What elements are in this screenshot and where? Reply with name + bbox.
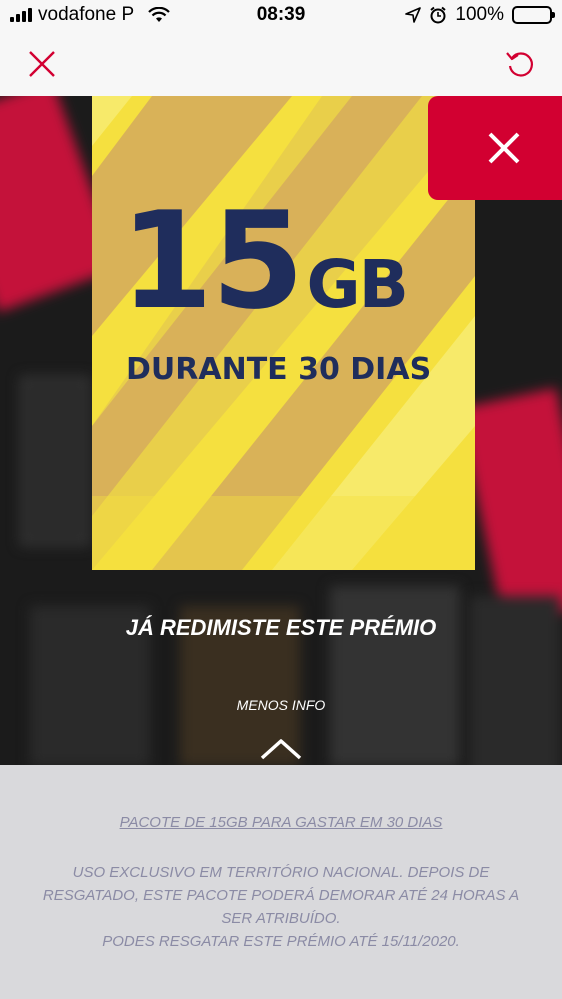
details-panel: PACOTE DE 15GB PARA GASTAR EM 30 DIAS US… <box>0 765 562 999</box>
battery-icon <box>512 6 555 24</box>
details-line: RESGATADO, ESTE PACOTE PODERÁ DEMORAR AT… <box>42 887 520 904</box>
details-line: SER ATRIBUÍDO. <box>221 910 341 927</box>
prize-unit: GB <box>306 246 408 323</box>
details-title: PACOTE DE 15GB PARA GASTAR EM 30 DIAS <box>119 814 443 831</box>
reload-icon[interactable] <box>504 48 536 80</box>
prize-number: 15 <box>120 183 304 339</box>
alarm-icon <box>430 6 447 24</box>
details-line: PODES RESGATAR ESTE PRÉMIO ATÉ 15/11/202… <box>102 933 460 950</box>
status-left: vodafone P <box>10 4 170 26</box>
close-icon[interactable] <box>28 50 56 78</box>
chevron-up-icon[interactable] <box>259 737 303 761</box>
signal-icon <box>10 8 32 22</box>
less-info-link[interactable]: MENOS INFO <box>0 697 562 713</box>
carrier-label: vodafone P <box>38 4 135 25</box>
details-description: USO EXCLUSIVO EM TERRITÓRIO NACIONAL. DE… <box>40 861 522 953</box>
close-icon <box>488 132 520 164</box>
status-bar: vodafone P 08:39 100% <box>0 0 562 30</box>
battery-label: 100% <box>455 4 504 25</box>
prize-subtitle: DURANTE 30 DIAS <box>126 352 432 387</box>
prize-card: 15GB DURANTE 30 DIAS <box>92 96 475 570</box>
modal-close-button[interactable] <box>428 96 562 200</box>
status-right: 100% <box>405 4 555 26</box>
location-icon <box>405 7 422 23</box>
redeemed-message: JÁ REDIMISTE ESTE PRÉMIO <box>125 615 437 640</box>
wifi-icon <box>148 7 170 22</box>
app-toolbar <box>0 30 562 96</box>
details-line: USO EXCLUSIVO EM TERRITÓRIO NACIONAL. DE… <box>72 864 490 881</box>
prize-amount: 15GB <box>120 183 409 339</box>
